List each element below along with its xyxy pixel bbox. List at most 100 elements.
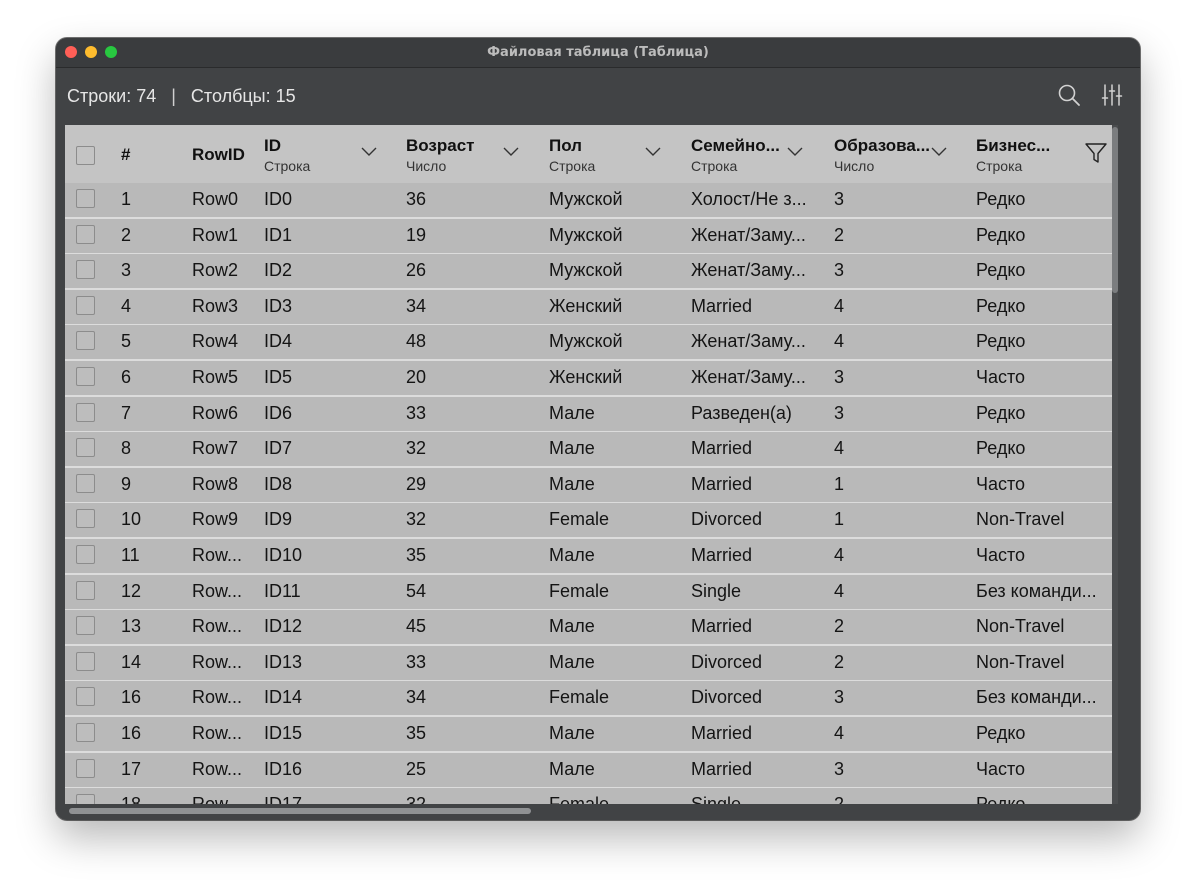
row-checkbox[interactable]	[76, 224, 95, 244]
cell-rowid: Row1	[192, 224, 239, 245]
table-row[interactable]: 16 Row... ID15 35 Мале Married 4 Редко	[65, 717, 1118, 753]
column-header-marital[interactable]: Семейно... Строка	[691, 125, 816, 183]
cell-business: Часто	[976, 758, 1026, 779]
column-header-gender[interactable]: Пол Строка	[549, 125, 674, 183]
table-row[interactable]: 9 Row8 ID8 29 Мале Married 1 Часто	[65, 467, 1118, 504]
cell-business: Редко	[976, 189, 1026, 209]
table-row[interactable]: 13 Row... ID12 45 Мале Married 2 Non-Travel	[65, 610, 1118, 647]
cell-gender: Мале	[549, 402, 595, 423]
cell-marital: Married	[691, 545, 753, 565]
horizontal-scrollbar[interactable]	[65, 807, 1118, 815]
cell-index: 8	[121, 438, 132, 459]
table-row[interactable]: 6 Row5 ID5 20 Женский Женат/Заму... 3 Часто	[65, 361, 1118, 397]
filter-icon[interactable]	[1084, 141, 1108, 165]
cell-gender: Мужской	[549, 331, 623, 352]
cell-marital: Холост/Не з...	[691, 189, 807, 209]
cell-education: 2	[834, 651, 845, 672]
row-checkbox[interactable]	[76, 260, 95, 280]
cell-index: 2	[121, 224, 132, 245]
vertical-scrollbar[interactable]	[1112, 125, 1118, 804]
cell-age: 26	[406, 260, 427, 281]
table-row[interactable]: 7 Row6 ID6 33 Мале Разведен(а) 3 Редко	[65, 396, 1118, 433]
cell-index: 7	[121, 402, 132, 423]
table-row[interactable]: 17 Row... ID16 25 Мале Married 3 Часто	[65, 752, 1118, 789]
cell-education: 4	[834, 580, 845, 601]
row-checkbox[interactable]	[76, 545, 95, 564]
row-checkbox[interactable]	[76, 758, 95, 778]
data-table: # RowID ID Строка Возраст Число Пол Стро…	[65, 125, 1118, 804]
cell-business: Редко	[976, 260, 1026, 281]
column-header-age[interactable]: Возраст Число	[406, 125, 531, 183]
row-checkbox[interactable]	[76, 295, 95, 315]
row-checkbox[interactable]	[76, 616, 95, 636]
row-checkbox[interactable]	[76, 580, 95, 600]
table-row[interactable]: 16 Row... ID14 34 Female Divorced 3 Без команди…	[65, 681, 1118, 718]
row-checkbox[interactable]	[76, 687, 95, 707]
select-all-checkbox[interactable]	[76, 146, 95, 165]
chevron-down-icon[interactable]	[503, 147, 519, 157]
cell-education: 3	[834, 758, 845, 779]
chevron-down-icon[interactable]	[787, 147, 803, 157]
cell-rowid: Row7	[192, 438, 239, 459]
row-checkbox[interactable]	[76, 794, 95, 804]
column-type: Число	[406, 158, 447, 174]
table-row[interactable]: 4 Row3 ID3 34 Женский Married 4 Редко	[65, 289, 1118, 326]
column-header-index[interactable]: #	[121, 125, 181, 183]
horizontal-scroll-thumb[interactable]	[69, 808, 531, 814]
row-checkbox[interactable]	[76, 331, 95, 351]
table-row[interactable]: 14 Row... ID13 33 Мале Divorced 2 Non-Travel	[65, 645, 1118, 682]
cell-gender: Female	[549, 794, 609, 804]
table-row[interactable]: 18 Row... ID17 32 Female Single 2 Редко	[65, 788, 1118, 804]
cell-age: 36	[406, 189, 427, 209]
row-checkbox[interactable]	[76, 473, 95, 493]
cell-age: 45	[406, 616, 427, 637]
row-checkbox[interactable]	[76, 723, 95, 742]
table-row[interactable]: 2 Row1 ID1 19 Мужской Женат/Заму... 2 Редко	[65, 218, 1118, 255]
row-checkbox[interactable]	[76, 367, 95, 386]
column-header-business[interactable]: Бизнес... Строка	[976, 125, 1081, 183]
cell-id: ID6	[264, 402, 293, 423]
cell-id: ID14	[264, 687, 303, 708]
chevron-down-icon[interactable]	[645, 147, 661, 157]
vertical-scroll-thumb[interactable]	[1112, 127, 1118, 293]
row-checkbox[interactable]	[76, 189, 95, 208]
cell-business: Редко	[976, 295, 1026, 316]
table-row[interactable]: 11 Row... ID10 35 Мале Married 4 Часто	[65, 539, 1118, 575]
cell-education: 2	[834, 224, 845, 245]
cell-id: ID2	[264, 260, 293, 281]
table-row[interactable]: 1 Row0 ID0 36 Мужской Холост/Не з... 3 Редко	[65, 183, 1118, 219]
column-header-id[interactable]: ID Строка	[264, 125, 389, 183]
cell-id: ID8	[264, 473, 293, 494]
table-row[interactable]: 5 Row4 ID4 48 Мужской Женат/Заму... 4 Редко	[65, 325, 1118, 362]
cell-education: 1	[834, 509, 845, 530]
cell-index: 12	[121, 580, 142, 601]
cell-age: 20	[406, 367, 427, 387]
cell-index: 9	[121, 473, 132, 494]
cell-age: 32	[406, 438, 427, 459]
cell-business: Без команди...	[976, 580, 1097, 601]
cell-age: 54	[406, 580, 427, 601]
sliders-icon[interactable]	[1099, 82, 1125, 108]
search-icon[interactable]	[1056, 82, 1082, 108]
row-checkbox[interactable]	[76, 509, 95, 529]
row-checkbox[interactable]	[76, 402, 95, 422]
row-checkbox[interactable]	[76, 438, 95, 458]
column-header-rowid[interactable]: RowID	[192, 125, 262, 183]
table-row[interactable]: 12 Row... ID11 54 Female Single 4 Без команди..…	[65, 574, 1118, 611]
cell-business: Часто	[976, 473, 1026, 494]
cell-rowid: Row6	[192, 402, 239, 423]
cell-education: 4	[834, 331, 845, 352]
cell-marital: Married	[691, 473, 753, 494]
chevron-down-icon[interactable]	[361, 147, 377, 157]
cell-marital: Married	[691, 438, 753, 459]
title-bar: Файловая таблица (Таблица)	[56, 38, 1140, 68]
cell-id: ID16	[264, 758, 303, 779]
column-header-education[interactable]: Образова... Число	[834, 125, 959, 183]
table-row[interactable]: 10 Row9 ID9 32 Female Divorced 1 Non-Travel	[65, 503, 1118, 540]
row-checkbox[interactable]	[76, 651, 95, 671]
table-row[interactable]: 3 Row2 ID2 26 Мужской Женат/Заму... 3 Редко	[65, 254, 1118, 291]
column-type: Число	[834, 158, 875, 174]
chevron-down-icon[interactable]	[931, 147, 947, 157]
table-row[interactable]: 8 Row7 ID7 32 Мале Married 4 Редко	[65, 432, 1118, 469]
column-type: Строка	[549, 158, 596, 174]
